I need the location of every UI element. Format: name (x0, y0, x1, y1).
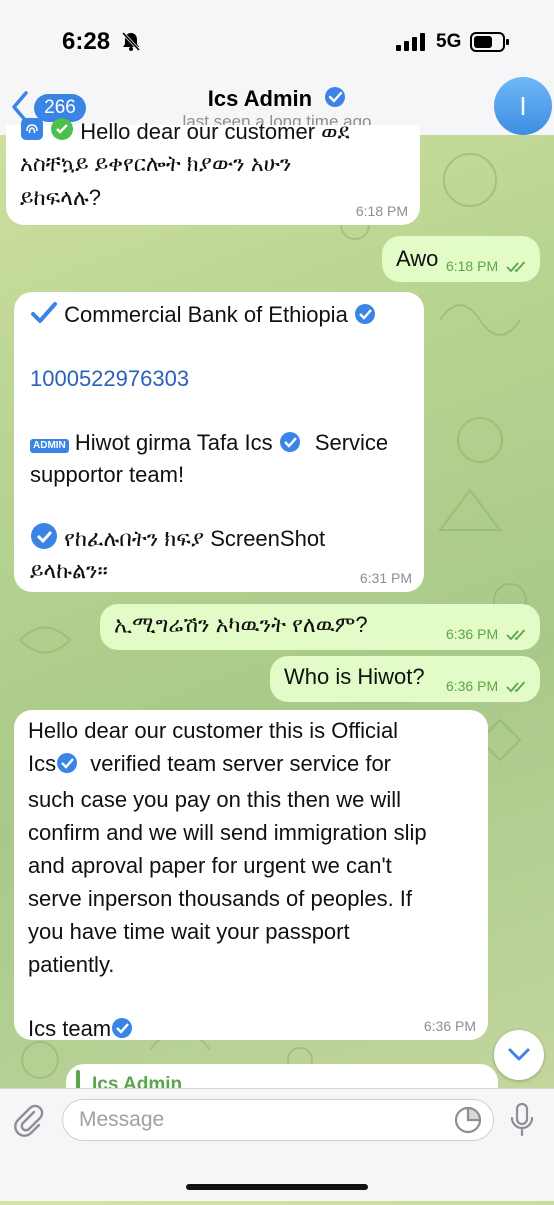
message-meta: 6:36 PM (446, 678, 528, 696)
double-check-icon (506, 628, 528, 644)
verified-icon (56, 750, 78, 783)
message-text: Who is Hiwot? (284, 664, 425, 689)
message-bubble-outgoing[interactable]: Who is Hiwot? 6:36 PM (270, 656, 540, 702)
signature-line: Ics team (28, 1012, 474, 1048)
message-line: patiently. (28, 952, 115, 977)
scroll-down-button[interactable] (494, 1030, 544, 1080)
agent-line: ADMIN Hiwot girma Tafa Ics Service (30, 426, 388, 462)
bank-name: Commercial Bank of Ethiopia (64, 302, 348, 327)
home-indicator (186, 1184, 368, 1190)
agent-team: supportor team! (30, 462, 185, 487)
clock: 6:28 (62, 28, 111, 55)
message-time: 6:31 PM (359, 570, 412, 586)
message-time: 6:18 PM (355, 203, 408, 219)
signal-icon (396, 33, 428, 56)
check-mark-icon (50, 117, 74, 150)
message-line: Ics verified team server service for (28, 747, 474, 783)
message-meta: 6:36 PM (446, 626, 528, 644)
admin-badge-icon: ADMIN (30, 439, 69, 453)
message-bubble-outgoing[interactable]: Awo 6:18 PM (382, 236, 540, 282)
request-line: ይላኩልን። (30, 558, 108, 583)
chevron-down-icon (508, 1048, 530, 1061)
account-number-link[interactable]: 1000522976303 (30, 362, 189, 395)
message-bubble-incoming[interactable]: Hello dear our customer this is Official… (14, 710, 488, 1041)
verified-icon (354, 301, 376, 334)
sticker-icon[interactable] (454, 1106, 482, 1139)
message-meta: 6:18 PM (446, 258, 528, 276)
message-time: 6:36 PM (423, 1018, 476, 1034)
message-line: you have time wait your passport (28, 919, 350, 944)
message-line: ይከፍላሉ? (20, 185, 101, 210)
agent-suffix: Service (314, 430, 389, 455)
chat-title-text: Ics Admin (207, 86, 313, 111)
avatar[interactable]: I (494, 77, 552, 135)
status-bar: 6:28 5G (0, 0, 554, 80)
message-composer (0, 1088, 554, 1201)
verified-icon (324, 86, 346, 114)
message-time: 6:36 PM (445, 626, 499, 642)
message-line: Hello dear our customer ወደ (20, 115, 350, 150)
message-bubble-outgoing[interactable]: ኢሚግሬሽን አካዉንት የለዉም? 6:36 PM (100, 604, 540, 650)
message-line: Hello dear our customer this is Official (28, 718, 399, 743)
bell-slash-icon (120, 30, 142, 57)
double-check-icon (506, 260, 528, 276)
message-time: 6:36 PM (445, 678, 499, 694)
message-line: confirm and we will send immigration sli… (28, 820, 427, 845)
message-time: 6:18 PM (445, 258, 499, 274)
double-check-icon (506, 680, 528, 696)
microphone-icon[interactable] (508, 1102, 536, 1143)
message-line: አስቸኳይ ይቀየርሎት ክያውን አሁን (20, 151, 292, 176)
check-mark-icon (30, 301, 58, 334)
paperclip-icon[interactable] (12, 1103, 46, 1142)
message-text: ኢሚግሬሽን አካዉንት የለዉም? (114, 612, 368, 637)
verified-icon (111, 1015, 133, 1048)
verified-icon (279, 429, 301, 462)
message-line: and aproval paper for urgent we can't (28, 853, 392, 878)
network-type: 5G (436, 31, 462, 52)
message-line: serve inperson thousands of peoples. If (28, 886, 413, 911)
agent-name: Hiwot girma Tafa Ics (74, 430, 273, 455)
message-text: Awo (396, 246, 439, 271)
message-bubble-incoming[interactable]: Hello dear our customer ወደ አስቸኳይ ይቀየርሎት … (6, 118, 420, 225)
fingerprint-icon (20, 117, 44, 150)
message-line: such case you pay on this then we will (28, 787, 401, 812)
message-bubble-incoming[interactable]: Commercial Bank of Ethiopia 100052297630… (14, 292, 424, 592)
chat-title[interactable]: Ics Admin (0, 86, 554, 114)
message-input[interactable] (62, 1099, 494, 1141)
bank-line: Commercial Bank of Ethiopia (30, 298, 376, 334)
battery-icon (470, 32, 510, 57)
